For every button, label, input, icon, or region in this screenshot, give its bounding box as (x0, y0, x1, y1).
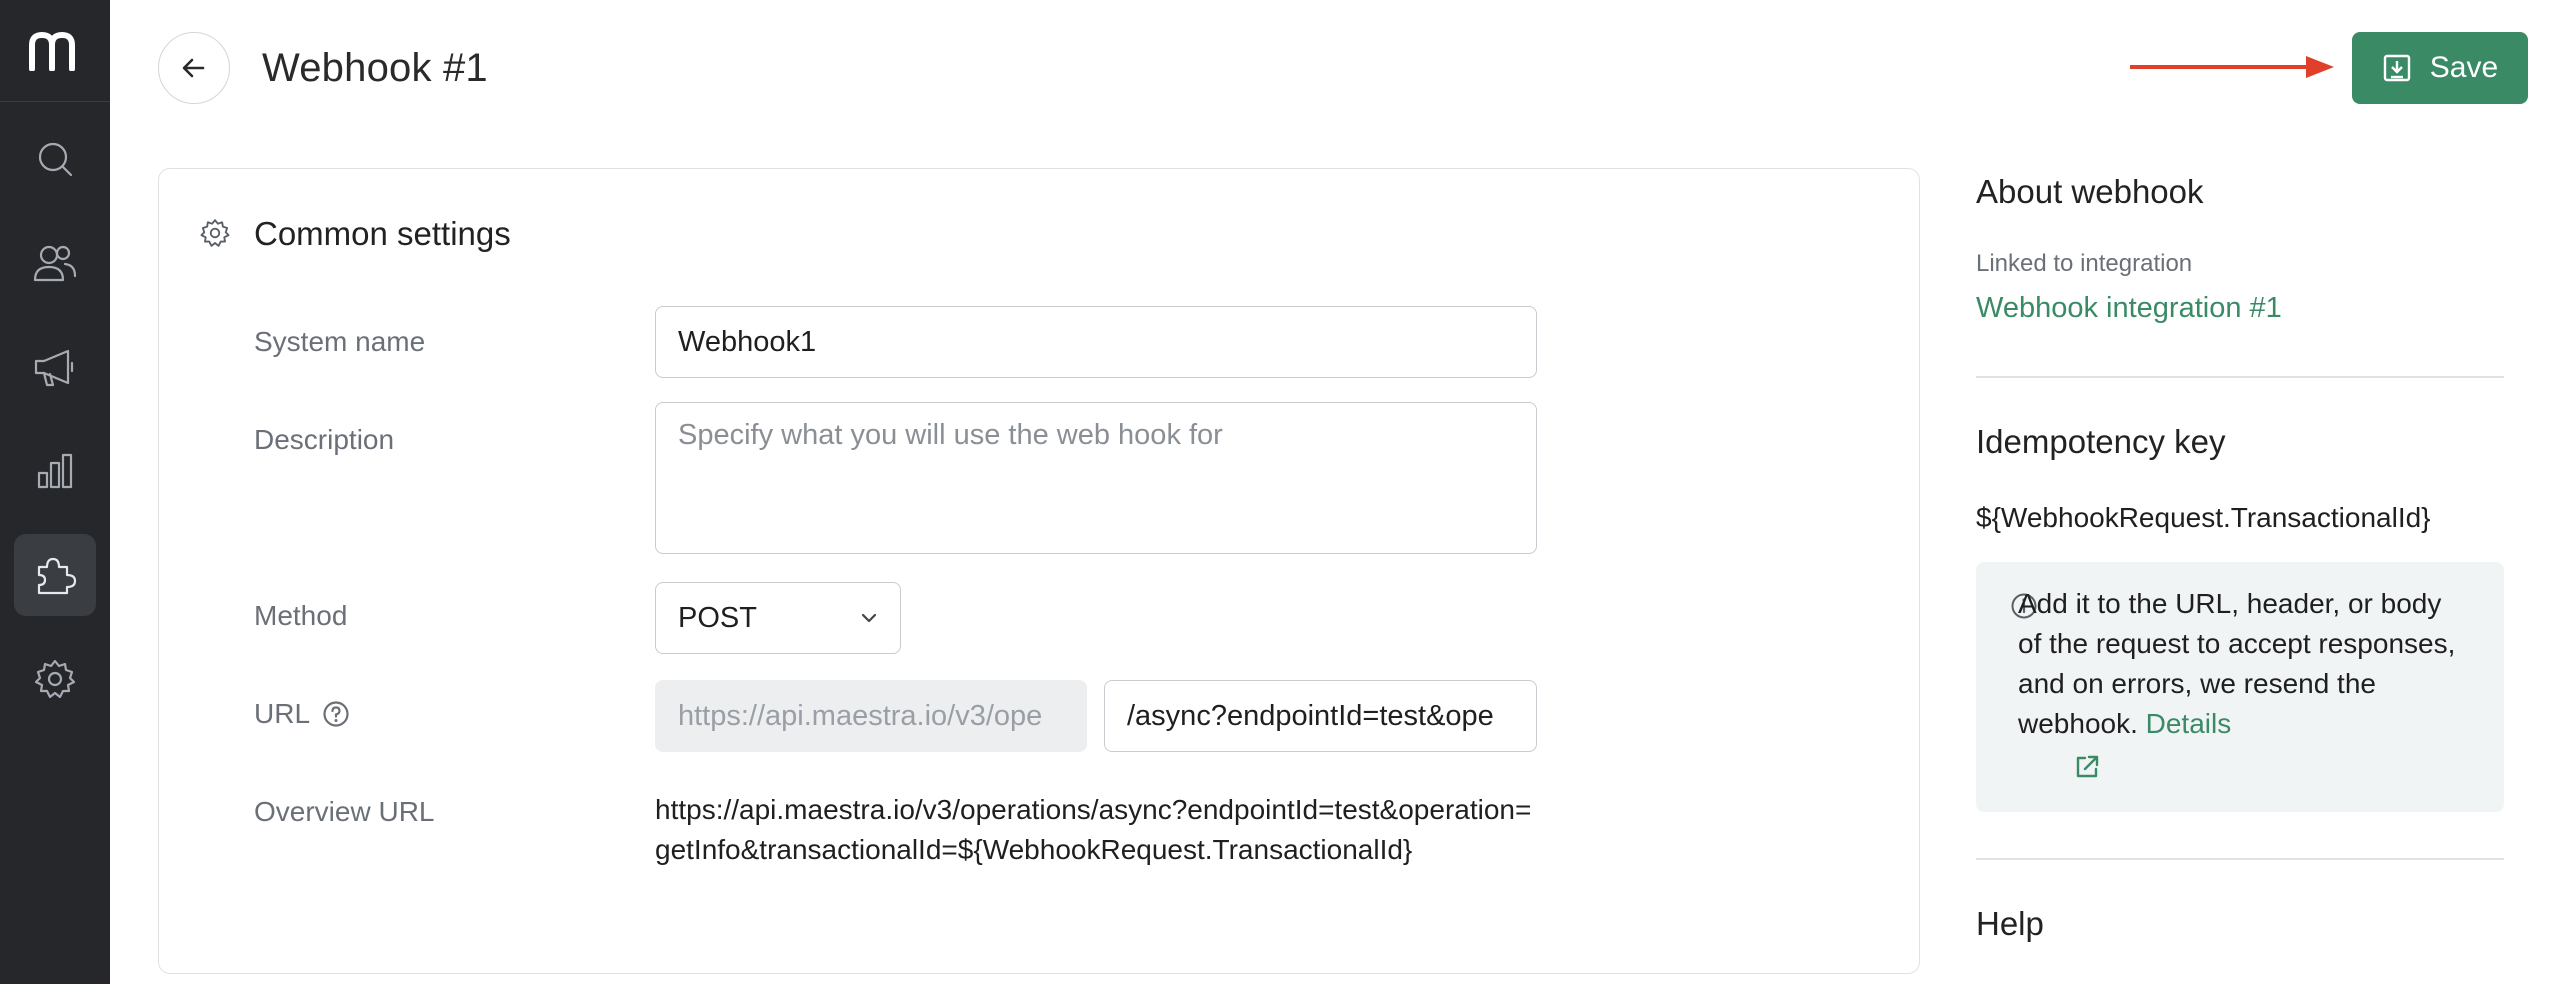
app-logo[interactable] (0, 0, 110, 102)
about-webhook-title: About webhook (1976, 173, 2204, 210)
overview-url-label: Overview URL (254, 796, 435, 827)
sidebar-item-campaigns[interactable] (14, 326, 96, 408)
divider (1976, 376, 2504, 378)
info-text: Add it to the URL, header, or body of th… (2018, 584, 2466, 744)
back-button[interactable] (158, 32, 230, 104)
method-label: Method (254, 600, 348, 631)
save-icon (2383, 54, 2410, 82)
logo-m-icon (29, 31, 75, 71)
sidebar-item-integrations[interactable] (14, 534, 96, 616)
details-link[interactable]: Details (2146, 708, 2232, 739)
info-message: Add it to the URL, header, or body of th… (2018, 588, 2456, 739)
save-button[interactable]: Save (2352, 32, 2528, 104)
help-title: Help (1976, 905, 2044, 942)
divider (1976, 858, 2504, 860)
bar-chart-icon (37, 453, 73, 489)
card-title: Common settings (254, 215, 511, 252)
pointer-arrow-icon (2130, 56, 2334, 78)
idempotency-key-value: ${WebhookRequest.TransactionalId} (1976, 502, 2431, 533)
users-icon (33, 245, 77, 282)
description-label: Description (254, 424, 395, 455)
chevron-down-icon (861, 613, 877, 623)
system-name-input[interactable]: Webhook1 (655, 306, 1537, 378)
gear-icon (200, 219, 230, 247)
linked-label: Linked to integration (1976, 250, 2193, 277)
search-icon (38, 142, 73, 177)
sidebar-item-search[interactable] (14, 118, 96, 200)
help-icon[interactable] (322, 700, 350, 728)
method-select[interactable]: POST (655, 582, 901, 654)
url-label-row: URL (254, 694, 350, 734)
url-base-input: https://api.maestra.io/v3/ope (655, 680, 1087, 752)
sidebar-item-analytics[interactable] (14, 430, 96, 512)
sidebar (0, 0, 110, 984)
sidebar-item-settings[interactable] (14, 638, 96, 720)
description-textarea[interactable]: Specify what you will use the web hook f… (655, 402, 1537, 554)
sidebar-item-customers[interactable] (14, 222, 96, 304)
puzzle-icon (37, 557, 77, 595)
external-link-icon[interactable] (2072, 752, 2102, 782)
save-label: Save (2429, 51, 2499, 84)
idempotency-title: Idempotency key (1976, 423, 2226, 460)
method-value: POST (678, 601, 757, 634)
gear-icon (34, 659, 76, 699)
overview-url-value: https://api.maestra.io/v3/operations/asy… (655, 794, 1532, 865)
url-label: URL (254, 698, 311, 729)
system-name-label: System name (254, 326, 426, 357)
page-title: Webhook #1 (262, 46, 488, 90)
url-path-input[interactable]: /async?endpointId=test&ope (1104, 680, 1537, 752)
integration-link[interactable]: Webhook integration #1 (1976, 288, 2282, 328)
megaphone-icon (34, 349, 74, 387)
arrow-left-icon (182, 58, 205, 78)
